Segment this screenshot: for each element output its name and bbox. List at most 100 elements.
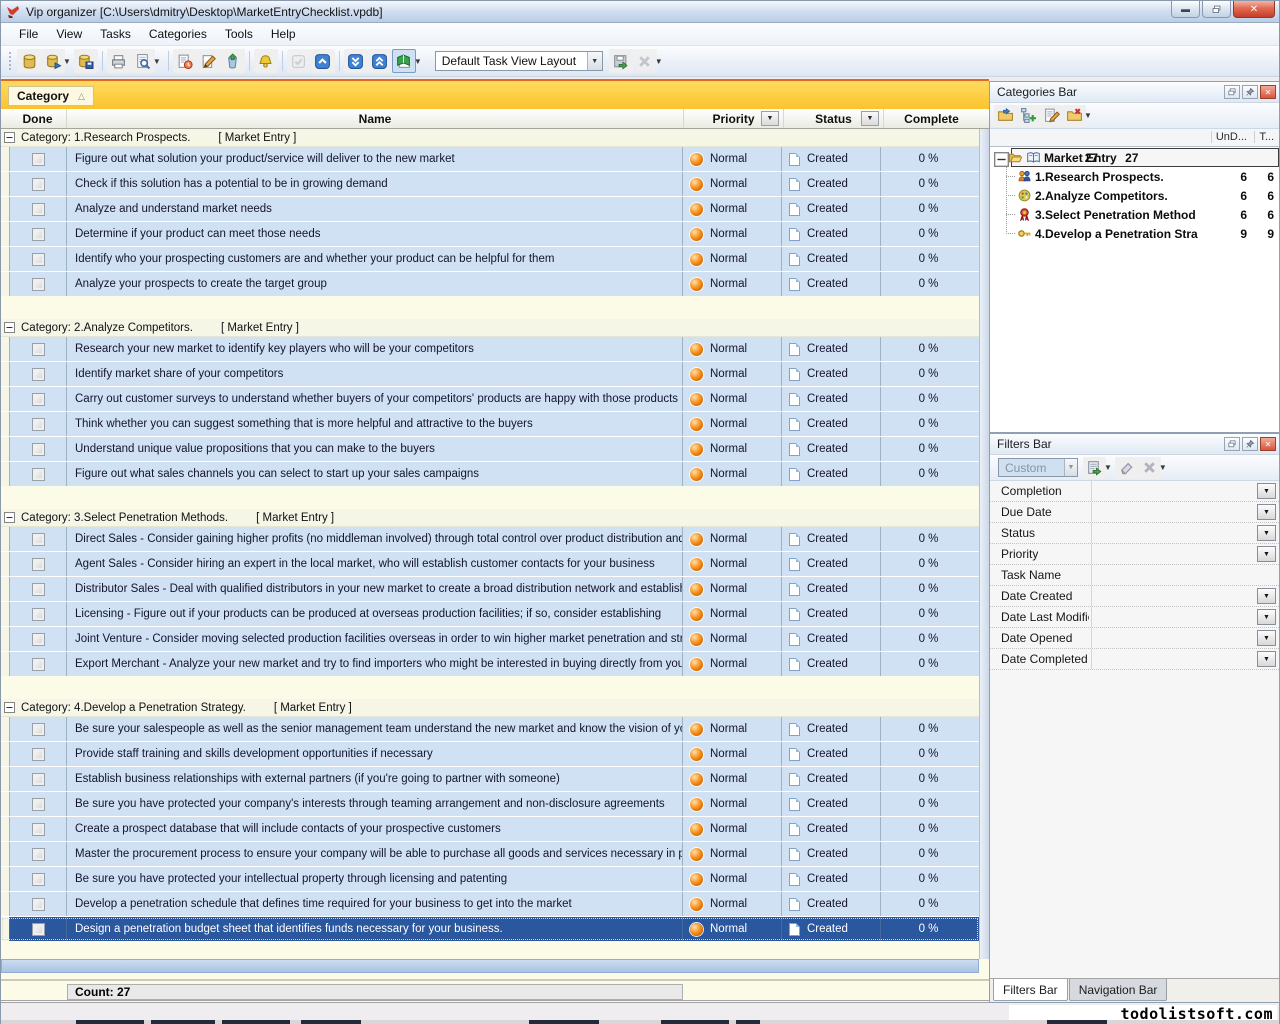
task-done-checkbox[interactable] [32,773,45,786]
tab-navigation-bar[interactable]: Navigation Bar [1069,979,1168,1001]
delete-category-icon[interactable] [1063,105,1086,127]
menu-view[interactable]: View [48,24,90,44]
collapse-icon[interactable] [4,512,15,523]
open-database-dropdown-icon[interactable]: ▼ [63,57,71,66]
group-by-category-chip[interactable]: Category △ [8,86,94,106]
task-done-checkbox[interactable] [32,898,45,911]
task-done-checkbox[interactable] [32,558,45,571]
task-row[interactable]: Determine if your product can meet those… [1,222,979,246]
categories-close-button[interactable]: ✕ [1260,85,1276,99]
filter-row-due-date[interactable]: Due Date▼ [990,502,1279,523]
task-done-checkbox[interactable] [32,468,45,481]
delete-filter-icon[interactable] [1138,457,1161,479]
task-done-checkbox[interactable] [32,203,45,216]
task-done-checkbox[interactable] [32,393,45,406]
save-layout-icon[interactable] [609,49,633,73]
task-done-checkbox[interactable] [32,533,45,546]
task-row[interactable]: Check if this solution has a potential t… [1,172,979,196]
window-titlebar[interactable]: Vip organizer [C:\Users\dmitry\Desktop\M… [1,1,1279,23]
increase-priority-icon[interactable] [311,49,335,73]
filter-row-date-created[interactable]: Date Created▼ [990,586,1279,607]
task-row[interactable]: Understand unique value propositions tha… [1,437,979,461]
task-done-checkbox[interactable] [32,368,45,381]
task-row[interactable]: Analyze your prospects to create the tar… [1,272,979,296]
filter-row-date-last-modifie[interactable]: Date Last Modifie▼ [990,607,1279,628]
edit-task-icon[interactable] [197,49,221,73]
collapse-icon[interactable] [4,702,15,713]
column-header-priority[interactable]: Priority▼ [684,109,784,128]
task-row[interactable]: Be sure you have protected your intellec… [1,867,979,891]
horizontal-scrollbar[interactable] [1,959,979,973]
print-preview-icon[interactable] [131,49,155,73]
mark-complete-icon[interactable] [287,49,311,73]
task-row[interactable]: Figure out what sales channels you can s… [1,462,979,486]
task-done-checkbox[interactable] [32,278,45,291]
task-row[interactable]: Direct Sales - Consider gaining higher p… [1,527,979,551]
task-row[interactable]: Master the procurement process to ensure… [1,842,979,866]
tree-item-market-entry[interactable]: Market Entry2727 [990,148,1279,167]
filter-row-date-completed[interactable]: Date Completed▼ [990,649,1279,670]
filter-row-status[interactable]: Status▼ [990,523,1279,544]
task-done-checkbox[interactable] [32,848,45,861]
task-done-checkbox[interactable] [32,228,45,241]
tree-item-2-analyze-competitors[interactable]: 2.Analyze Competitors.66 [990,186,1279,205]
task-row[interactable]: Provide staff training and skills develo… [1,742,979,766]
task-row[interactable]: Develop a penetration schedule that defi… [1,892,979,916]
filters-restore-button[interactable] [1224,437,1240,451]
task-done-checkbox[interactable] [32,343,45,356]
new-category-icon[interactable] [994,105,1017,127]
category-group-row[interactable]: Category: 1.Research Prospects.[ Market … [1,129,979,147]
minimize-button[interactable]: ▬ [1171,1,1200,18]
status-filter-dropdown-icon[interactable]: ▼ [861,111,879,126]
task-done-checkbox[interactable] [32,443,45,456]
clear-filter-icon[interactable] [1115,457,1138,479]
task-done-checkbox[interactable] [32,608,45,621]
notes-icon[interactable] [392,49,416,73]
category-group-row[interactable]: Category: 4.Develop a Penetration Strate… [1,699,979,717]
reset-layout-icon[interactable] [633,49,657,73]
collapse-icon[interactable] [994,152,1005,163]
tab-filters-bar[interactable]: Filters Bar [993,979,1068,1001]
column-header-complete[interactable]: Complete [884,109,979,128]
categories-pin-button[interactable] [1242,85,1258,99]
task-done-checkbox[interactable] [32,583,45,596]
filter-row-date-opened[interactable]: Date Opened▼ [990,628,1279,649]
print-preview-dropdown-icon[interactable]: ▼ [153,57,161,66]
task-row[interactable]: Analyze and understand market needsNorma… [1,197,979,221]
apply-filter-icon[interactable] [1083,457,1106,479]
column-header-done[interactable]: Done [9,109,67,128]
filter-value-dropdown-icon[interactable]: ▼ [1257,630,1276,646]
layout-combobox[interactable]: Default Task View Layout ▼ [435,51,603,71]
menu-file[interactable]: File [11,24,46,44]
notes-dropdown-icon[interactable]: ▼ [414,57,422,66]
task-row[interactable]: Be sure your salespeople as well as the … [1,717,979,741]
menu-categories[interactable]: Categories [141,24,215,44]
task-row[interactable]: Licensing - Figure out if your products … [1,602,979,626]
filter-value-dropdown-icon[interactable]: ▼ [1257,525,1276,541]
task-done-checkbox[interactable] [32,178,45,191]
task-row[interactable]: Identify market share of your competitor… [1,362,979,386]
filter-preset-dropdown-icon[interactable]: ▼ [1064,459,1077,476]
close-button[interactable]: ✕ [1233,1,1275,18]
layout-combobox-dropdown-icon[interactable]: ▼ [587,52,602,70]
filter-value-dropdown-icon[interactable]: ▼ [1257,651,1276,667]
task-done-checkbox[interactable] [32,748,45,761]
task-row[interactable]: Agent Sales - Consider hiring an expert … [1,552,979,576]
task-row[interactable]: Be sure you have protected your company'… [1,792,979,816]
task-done-checkbox[interactable] [32,253,45,266]
reminder-icon[interactable] [254,49,278,73]
undone-column-header[interactable]: UnD... [1211,131,1247,143]
priority-filter-dropdown-icon[interactable]: ▼ [761,111,779,126]
filter-value-dropdown-icon[interactable]: ▼ [1257,504,1276,520]
collapse-icon[interactable] [4,132,15,143]
delete-task-icon[interactable] [221,49,245,73]
column-header-name[interactable]: Name [67,109,684,128]
menu-tools[interactable]: Tools [217,24,261,44]
edit-category-icon[interactable] [1040,105,1063,127]
task-row[interactable]: Distributor Sales - Deal with qualified … [1,577,979,601]
task-row[interactable]: Export Merchant - Analyze your new marke… [1,652,979,676]
menu-help[interactable]: Help [263,24,304,44]
task-row[interactable]: Design a penetration budget sheet that i… [1,917,979,941]
column-header-status[interactable]: Status▼ [784,109,884,128]
filters-bar-titlebar[interactable]: Filters Bar ✕ [990,434,1279,455]
